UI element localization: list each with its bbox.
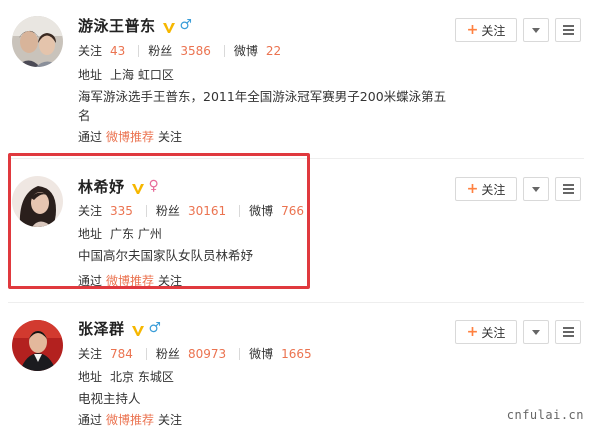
follow-button[interactable]: + 关注 bbox=[455, 18, 517, 42]
location-row: 地址 广东 广州 bbox=[78, 225, 162, 242]
user-name[interactable]: 林希妤 bbox=[78, 176, 125, 197]
name-row: 张泽群 ♂ bbox=[78, 317, 161, 339]
divider bbox=[8, 302, 584, 303]
location-value: 北京 东城区 bbox=[110, 370, 174, 384]
stat-followers[interactable]: 粉丝 80973 bbox=[156, 345, 226, 362]
avatar[interactable] bbox=[12, 320, 63, 371]
menu-button[interactable] bbox=[555, 320, 581, 344]
stat-following[interactable]: 关注 784 bbox=[78, 345, 133, 362]
stat-posts[interactable]: 微博 1665 bbox=[249, 345, 312, 362]
male-icon: ♂ bbox=[148, 320, 162, 336]
plus-icon: + bbox=[466, 22, 479, 38]
watermark: cnfulai.cn bbox=[506, 408, 584, 422]
stats-row: 关注 43 粉丝 3586 微博 22 bbox=[78, 42, 281, 59]
avatar[interactable] bbox=[12, 16, 63, 67]
follow-button[interactable]: + 关注 bbox=[455, 177, 517, 201]
menu-button[interactable] bbox=[555, 177, 581, 201]
avatar-photo bbox=[12, 176, 63, 227]
user-list: 游泳王普东 ♂ 关注 43 粉丝 3586 微博 22 地址 上海 虹口区 海军游… bbox=[0, 0, 592, 426]
plus-icon: + bbox=[466, 324, 479, 340]
recommend-link[interactable]: 微博推荐 bbox=[106, 413, 154, 426]
stat-following[interactable]: 关注 43 bbox=[78, 42, 125, 59]
menu-icon bbox=[562, 184, 574, 186]
verified-icon bbox=[131, 180, 144, 194]
divider bbox=[8, 158, 584, 159]
menu-button[interactable] bbox=[555, 18, 581, 42]
user-bio: 海军游泳选手王普东，2011年全国游泳冠军赛男子200米蝶泳第五名 bbox=[78, 89, 447, 123]
verified-icon bbox=[131, 322, 144, 336]
recommend-link[interactable]: 微博推荐 bbox=[106, 274, 154, 288]
via-row: 通过 微博推荐 关注 bbox=[78, 130, 183, 144]
divider bbox=[145, 347, 147, 360]
stat-followers[interactable]: 粉丝 3586 bbox=[148, 42, 211, 59]
stat-posts[interactable]: 微博 766 bbox=[249, 202, 304, 219]
more-options-button[interactable] bbox=[523, 177, 549, 201]
female-icon: ♀ bbox=[148, 178, 159, 194]
location-value: 广东 广州 bbox=[110, 227, 162, 241]
caret-down-icon bbox=[532, 329, 540, 335]
location-label: 地址 bbox=[78, 370, 103, 384]
menu-icon bbox=[562, 25, 574, 27]
avatar[interactable] bbox=[12, 176, 63, 227]
stat-followers[interactable]: 粉丝 30161 bbox=[156, 202, 226, 219]
avatar-photo bbox=[12, 320, 63, 371]
stats-row: 关注 335 粉丝 30161 微博 766 bbox=[78, 202, 304, 219]
user-name[interactable]: 游泳王普东 bbox=[78, 15, 156, 36]
caret-down-icon bbox=[532, 186, 540, 192]
more-options-button[interactable] bbox=[523, 320, 549, 344]
location-value: 上海 虹口区 bbox=[110, 68, 174, 82]
avatar-photo bbox=[12, 16, 63, 67]
verified-icon bbox=[162, 19, 175, 33]
via-row: 通过 微博推荐 关注 bbox=[78, 413, 183, 426]
via-row: 通过 微博推荐 关注 bbox=[78, 274, 183, 288]
divider bbox=[138, 44, 140, 57]
menu-icon bbox=[562, 327, 574, 329]
stat-posts[interactable]: 微博 22 bbox=[234, 42, 281, 59]
location-label: 地址 bbox=[78, 227, 103, 241]
location-row: 地址 上海 虹口区 bbox=[78, 66, 174, 83]
user-bio: 电视主持人 bbox=[78, 391, 141, 406]
location-row: 地址 北京 东城区 bbox=[78, 368, 174, 385]
divider bbox=[145, 204, 147, 217]
name-row: 林希妤 ♀ bbox=[78, 175, 159, 197]
user-name[interactable]: 张泽群 bbox=[78, 318, 125, 339]
divider bbox=[239, 204, 241, 217]
divider bbox=[223, 44, 225, 57]
name-row: 游泳王普东 ♂ bbox=[78, 14, 192, 36]
follow-button[interactable]: + 关注 bbox=[455, 320, 517, 344]
stat-following[interactable]: 关注 335 bbox=[78, 202, 133, 219]
plus-icon: + bbox=[466, 181, 479, 197]
user-bio: 中国高尔夫国家队女队员林希妤 bbox=[78, 248, 254, 263]
stats-row: 关注 784 粉丝 80973 微博 1665 bbox=[78, 345, 312, 362]
caret-down-icon bbox=[532, 27, 540, 33]
location-label: 地址 bbox=[78, 68, 103, 82]
male-icon: ♂ bbox=[179, 17, 193, 33]
more-options-button[interactable] bbox=[523, 18, 549, 42]
divider bbox=[239, 347, 241, 360]
recommend-link[interactable]: 微博推荐 bbox=[106, 130, 154, 144]
